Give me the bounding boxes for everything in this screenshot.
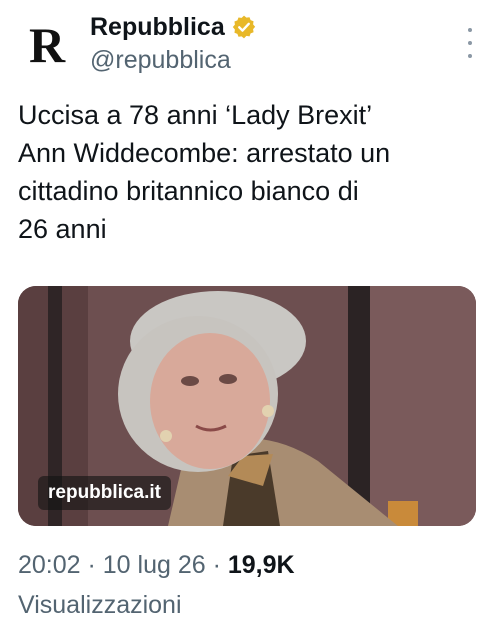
tweet-time[interactable]: 20:02: [18, 551, 81, 579]
views-label[interactable]: Visualizzazioni: [18, 588, 488, 622]
account-handle[interactable]: @repubblica: [90, 46, 257, 75]
display-name-row: Repubblica: [90, 10, 257, 44]
tweet-header: R Repubblica @repubblica: [18, 10, 478, 82]
meta-separator: ·: [80, 551, 103, 579]
avatar[interactable]: R: [18, 16, 76, 74]
views-count[interactable]: 19,9K: [228, 551, 295, 579]
display-name[interactable]: Repubblica: [90, 13, 225, 42]
tweet-metadata: 20:02 · 10 lug 26 · 19,9K Visualizzazion…: [18, 548, 488, 622]
tweet-media-image[interactable]: repubblica.it: [18, 286, 476, 526]
more-dot: [468, 28, 472, 32]
meta-separator: ·: [205, 551, 228, 579]
more-dot: [468, 54, 472, 58]
more-dot: [468, 41, 472, 45]
account-names[interactable]: Repubblica @repubblica: [90, 10, 257, 75]
tweet-text: Uccisa a 78 anni ‘Lady Brexit’ Ann Widde…: [18, 100, 391, 244]
avatar-letter: R: [28, 17, 66, 73]
verified-badge-icon[interactable]: [231, 14, 257, 40]
tweet-date[interactable]: 10 lug 26: [103, 551, 206, 579]
media-watermark: repubblica.it: [38, 476, 171, 510]
more-options-icon[interactable]: [462, 28, 478, 58]
meta-line: 20:02 · 10 lug 26 · 19,9K: [18, 548, 488, 582]
